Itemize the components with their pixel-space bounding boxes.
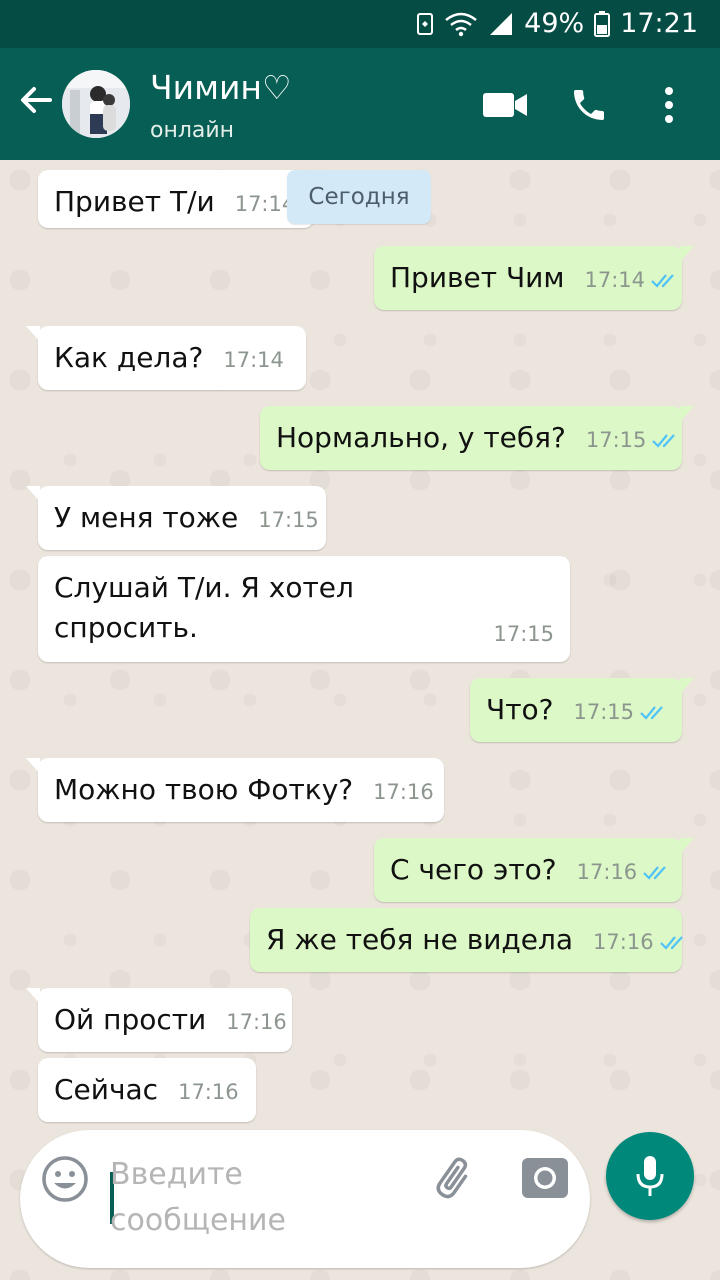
message-outgoing[interactable]: Что? 17:15: [470, 678, 694, 742]
status-bar: 49% 17:21: [0, 0, 720, 48]
message-time: 17:16: [593, 930, 654, 954]
contact-name[interactable]: Чимин♡: [150, 68, 292, 108]
read-ticks-icon: [640, 706, 663, 720]
message-outgoing[interactable]: Привет Чим 17:14: [374, 246, 694, 310]
message-time: 17:15: [573, 700, 635, 724]
mic-icon: [636, 1156, 664, 1196]
message-text-line-2: спросить.: [54, 611, 198, 644]
message-time: 17:15: [585, 428, 647, 452]
more-options-button[interactable]: [646, 82, 692, 128]
message-text: Нормально, у тебя?: [276, 421, 566, 454]
message-time: 17:16: [178, 1080, 239, 1104]
message-incoming[interactable]: Слушай Т/и. Я хотел спросить. 17:15: [38, 556, 570, 662]
message-time: 17:15: [258, 508, 319, 532]
message-time: 17:15: [493, 622, 554, 646]
message-text: У меня тоже: [54, 501, 239, 534]
message-text: С чего это?: [390, 853, 557, 886]
message-incoming[interactable]: Сейчас 17:16: [38, 1058, 256, 1122]
voice-call-button[interactable]: [566, 82, 612, 128]
message-text: Можно твою Фотку?: [54, 773, 354, 806]
more-vertical-icon: [665, 87, 673, 123]
signal-icon: [490, 12, 513, 35]
message-composer[interactable]: Введите сообщение: [20, 1130, 590, 1268]
sim-icon: [417, 12, 434, 35]
message-text: Ой прости: [54, 1003, 207, 1036]
message-text: Что?: [486, 693, 554, 726]
video-call-button[interactable]: [482, 82, 528, 128]
back-arrow-icon[interactable]: [16, 80, 56, 120]
read-ticks-icon: [643, 866, 666, 880]
date-divider: Сегодня: [287, 170, 431, 224]
message-text: Я же тебя не видела: [266, 923, 574, 956]
message-time: 17:16: [576, 860, 638, 884]
message-text-line-1: Слушай Т/и. Я хотел: [54, 571, 354, 604]
battery-percent: 49%: [524, 8, 585, 39]
chat-header: Чимин♡ онлайн: [0, 48, 720, 160]
wifi-icon: [445, 12, 477, 36]
message-outgoing[interactable]: Я же тебя не видела 17:16: [250, 908, 683, 972]
battery-icon: [594, 10, 611, 37]
message-text: Сейчас: [54, 1073, 159, 1106]
message-incoming[interactable]: Ой прости 17:16: [26, 988, 292, 1052]
voice-record-button[interactable]: [606, 1132, 694, 1220]
emoji-icon[interactable]: [40, 1154, 90, 1204]
message-outgoing[interactable]: Нормально, у тебя? 17:15: [260, 406, 694, 470]
message-incoming[interactable]: Как дела? 17:14: [26, 326, 306, 390]
message-text: Привет Т/и: [54, 185, 215, 218]
message-time: 17:16: [373, 780, 434, 804]
read-ticks-icon: [652, 434, 676, 448]
message-time: 17:14: [584, 268, 646, 292]
message-incoming[interactable]: Можно твою Фотку? 17:16: [26, 758, 444, 822]
message-incoming[interactable]: Привет Т/и 17:14: [38, 170, 314, 228]
message-input[interactable]: Введите сообщение: [110, 1152, 400, 1244]
clock: 17:21: [620, 8, 698, 39]
video-call-icon: [483, 93, 527, 117]
contact-status: онлайн: [150, 118, 235, 143]
read-ticks-icon: [651, 274, 674, 288]
message-time: 17:16: [226, 1010, 287, 1034]
message-text: Привет Чим: [390, 261, 565, 294]
avatar[interactable]: [62, 70, 130, 138]
message-incoming[interactable]: У меня тоже 17:15: [26, 486, 326, 550]
camera-icon[interactable]: [520, 1154, 570, 1202]
attach-icon[interactable]: [432, 1156, 480, 1204]
message-text: Как дела?: [54, 341, 204, 374]
read-ticks-icon: [659, 936, 683, 950]
chat-area[interactable]: Привет Т/и 17:14 Привет Чим 17:14 Как дела…: [0, 160, 720, 1280]
phone-icon: [574, 90, 604, 120]
message-time: 17:14: [223, 348, 284, 372]
avatar-photo: [62, 70, 130, 138]
message-outgoing[interactable]: С чего это? 17:16: [374, 838, 694, 902]
